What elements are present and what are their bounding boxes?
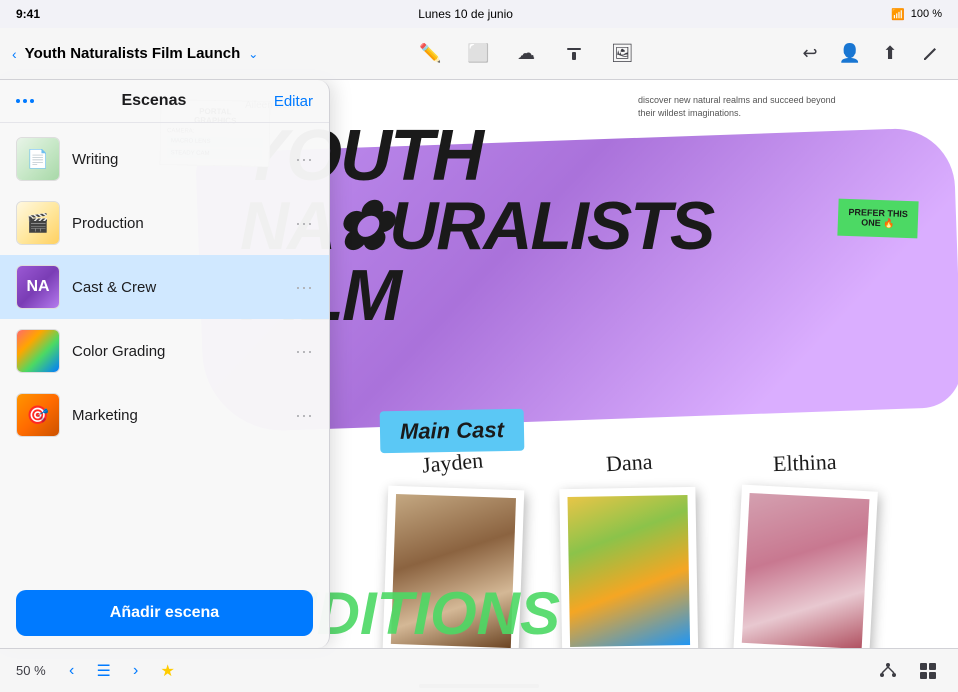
edit-mode-button[interactable] — [914, 38, 946, 70]
color-thumb-icon — [17, 330, 59, 372]
scene-list: 📄 Writing ··· 🎬 Production ··· NA Cast &… — [0, 123, 329, 578]
toolbar-center-icons: ✏️ ⬜ ☁ 🖼 — [258, 38, 794, 70]
polaroid-2 — [559, 487, 698, 648]
document-title: Youth Naturalists Film Launch — [25, 45, 241, 62]
wifi-icon: 📶 — [891, 8, 905, 21]
scene-name-cast: Cast & Crew — [72, 279, 283, 296]
nav-list-button[interactable]: ☰ — [90, 657, 118, 685]
cast-signature-3: Elthina — [773, 449, 837, 477]
scene-name-color: Color Grading — [72, 343, 283, 360]
status-bar: 9:41 Lunes 10 de junio 📶 100 % — [0, 0, 958, 28]
nav-star-button[interactable]: ★ — [154, 657, 182, 685]
share-button[interactable]: ⬆ — [874, 38, 906, 70]
scene-more-cast[interactable]: ··· — [295, 277, 313, 298]
production-thumb-icon: 🎬 — [17, 202, 59, 244]
undo-button[interactable]: ↩ — [794, 38, 826, 70]
scene-item-production[interactable]: 🎬 Production ··· — [0, 191, 329, 255]
scene-thumb-writing: 📄 — [16, 137, 60, 181]
cast-signature-1: Jayden — [421, 447, 484, 478]
status-date: Lunes 10 de junio — [418, 7, 513, 21]
scene-thumb-color — [16, 329, 60, 373]
nav-prev-button[interactable]: ‹ — [58, 657, 86, 685]
scene-thumb-cast: NA — [16, 265, 60, 309]
panel-header: Escenas Editar — [0, 80, 329, 123]
scene-more-color[interactable]: ··· — [295, 341, 313, 362]
add-scene-button[interactable]: Añadir escena — [16, 590, 313, 636]
scene-name-production: Production — [72, 215, 283, 232]
ipad-frame: 9:41 Lunes 10 de junio 📶 100 % ‹ Youth N… — [0, 0, 958, 692]
scene-name-marketing: Marketing — [72, 407, 283, 424]
dot-1 — [16, 99, 20, 103]
writing-thumb-icon: 📄 — [17, 138, 59, 180]
scene-item-writing[interactable]: 📄 Writing ··· — [0, 127, 329, 191]
scene-item-cast[interactable]: NA Cast & Crew ··· — [0, 255, 329, 319]
scene-item-color[interactable]: Color Grading ··· — [0, 319, 329, 383]
pencil-tool-button[interactable]: ✏️ — [414, 38, 446, 70]
image-tool-button[interactable]: 🖼 — [606, 38, 638, 70]
panel-menu-button[interactable] — [16, 99, 34, 103]
top-toolbar: ‹ Youth Naturalists Film Launch ⌄ ✏️ ⬜ ☁… — [0, 28, 958, 80]
nav-next-button[interactable]: › — [122, 657, 150, 685]
nav-strip: ‹ ☰ › ★ — [58, 657, 182, 685]
main-cast-label: Main Cast — [380, 409, 525, 454]
bottom-toolbar: 50 % ‹ ☰ › ★ — [0, 648, 958, 692]
cloud-sync-button[interactable]: ☁ — [510, 38, 542, 70]
cast-photo-2 — [567, 495, 690, 647]
cast-member-3: Elthina SONIA BRIZZOLARI (SHE / HER) — [737, 450, 873, 648]
text-tool-button[interactable] — [558, 38, 590, 70]
scene-thumb-production: 🎬 — [16, 201, 60, 245]
zoom-level-label: 50 % — [16, 663, 46, 678]
scene-item-marketing[interactable]: 🎯 Marketing ··· — [0, 383, 329, 447]
back-button[interactable]: ‹ — [12, 46, 17, 62]
view-mode-button[interactable] — [914, 657, 942, 685]
bottom-left-controls: 50 % ‹ ☰ › ★ — [16, 657, 182, 685]
cast-photo-3 — [742, 493, 870, 648]
status-time: 9:41 — [16, 7, 40, 21]
toolbar-left: ‹ Youth Naturalists Film Launch ⌄ — [12, 45, 258, 62]
scene-more-production[interactable]: ··· — [295, 213, 313, 234]
scene-more-marketing[interactable]: ··· — [295, 405, 313, 426]
shape-tool-button[interactable]: ⬜ — [462, 38, 494, 70]
title-chevron-icon[interactable]: ⌄ — [248, 47, 258, 61]
back-chevron-icon: ‹ — [12, 46, 17, 62]
cast-member-2: Dana CARLEY TAYLOR (SHE / HER) — [561, 450, 697, 648]
bottom-right-controls — [874, 657, 942, 685]
panel-edit-button[interactable]: Editar — [274, 93, 313, 110]
hierarchy-button[interactable] — [874, 657, 902, 685]
status-icons: 📶 100 % — [891, 8, 942, 21]
scenes-panel: Escenas Editar 📄 Writing ··· 🎬 Productio… — [0, 80, 330, 648]
scene-more-writing[interactable]: ··· — [295, 149, 313, 170]
dot-2 — [23, 99, 27, 103]
dot-3 — [30, 99, 34, 103]
scene-thumb-marketing: 🎯 — [16, 393, 60, 437]
collaborate-button[interactable]: 👤 — [834, 38, 866, 70]
cast-thumb-icon: NA — [17, 266, 59, 308]
polaroid-3 — [732, 485, 878, 648]
panel-title: Escenas — [121, 92, 186, 110]
battery-label: 100 % — [911, 8, 942, 20]
cast-signature-2: Dana — [605, 449, 653, 477]
marketing-thumb-icon: 🎯 — [17, 394, 59, 436]
scene-name-writing: Writing — [72, 151, 283, 168]
toolbar-right-icons: ↩ 👤 ⬆ — [794, 38, 946, 70]
prefer-note: PREFER THIS ONE 🔥 — [837, 199, 918, 239]
description-text: discover new natural realms and succeed … — [638, 94, 838, 119]
